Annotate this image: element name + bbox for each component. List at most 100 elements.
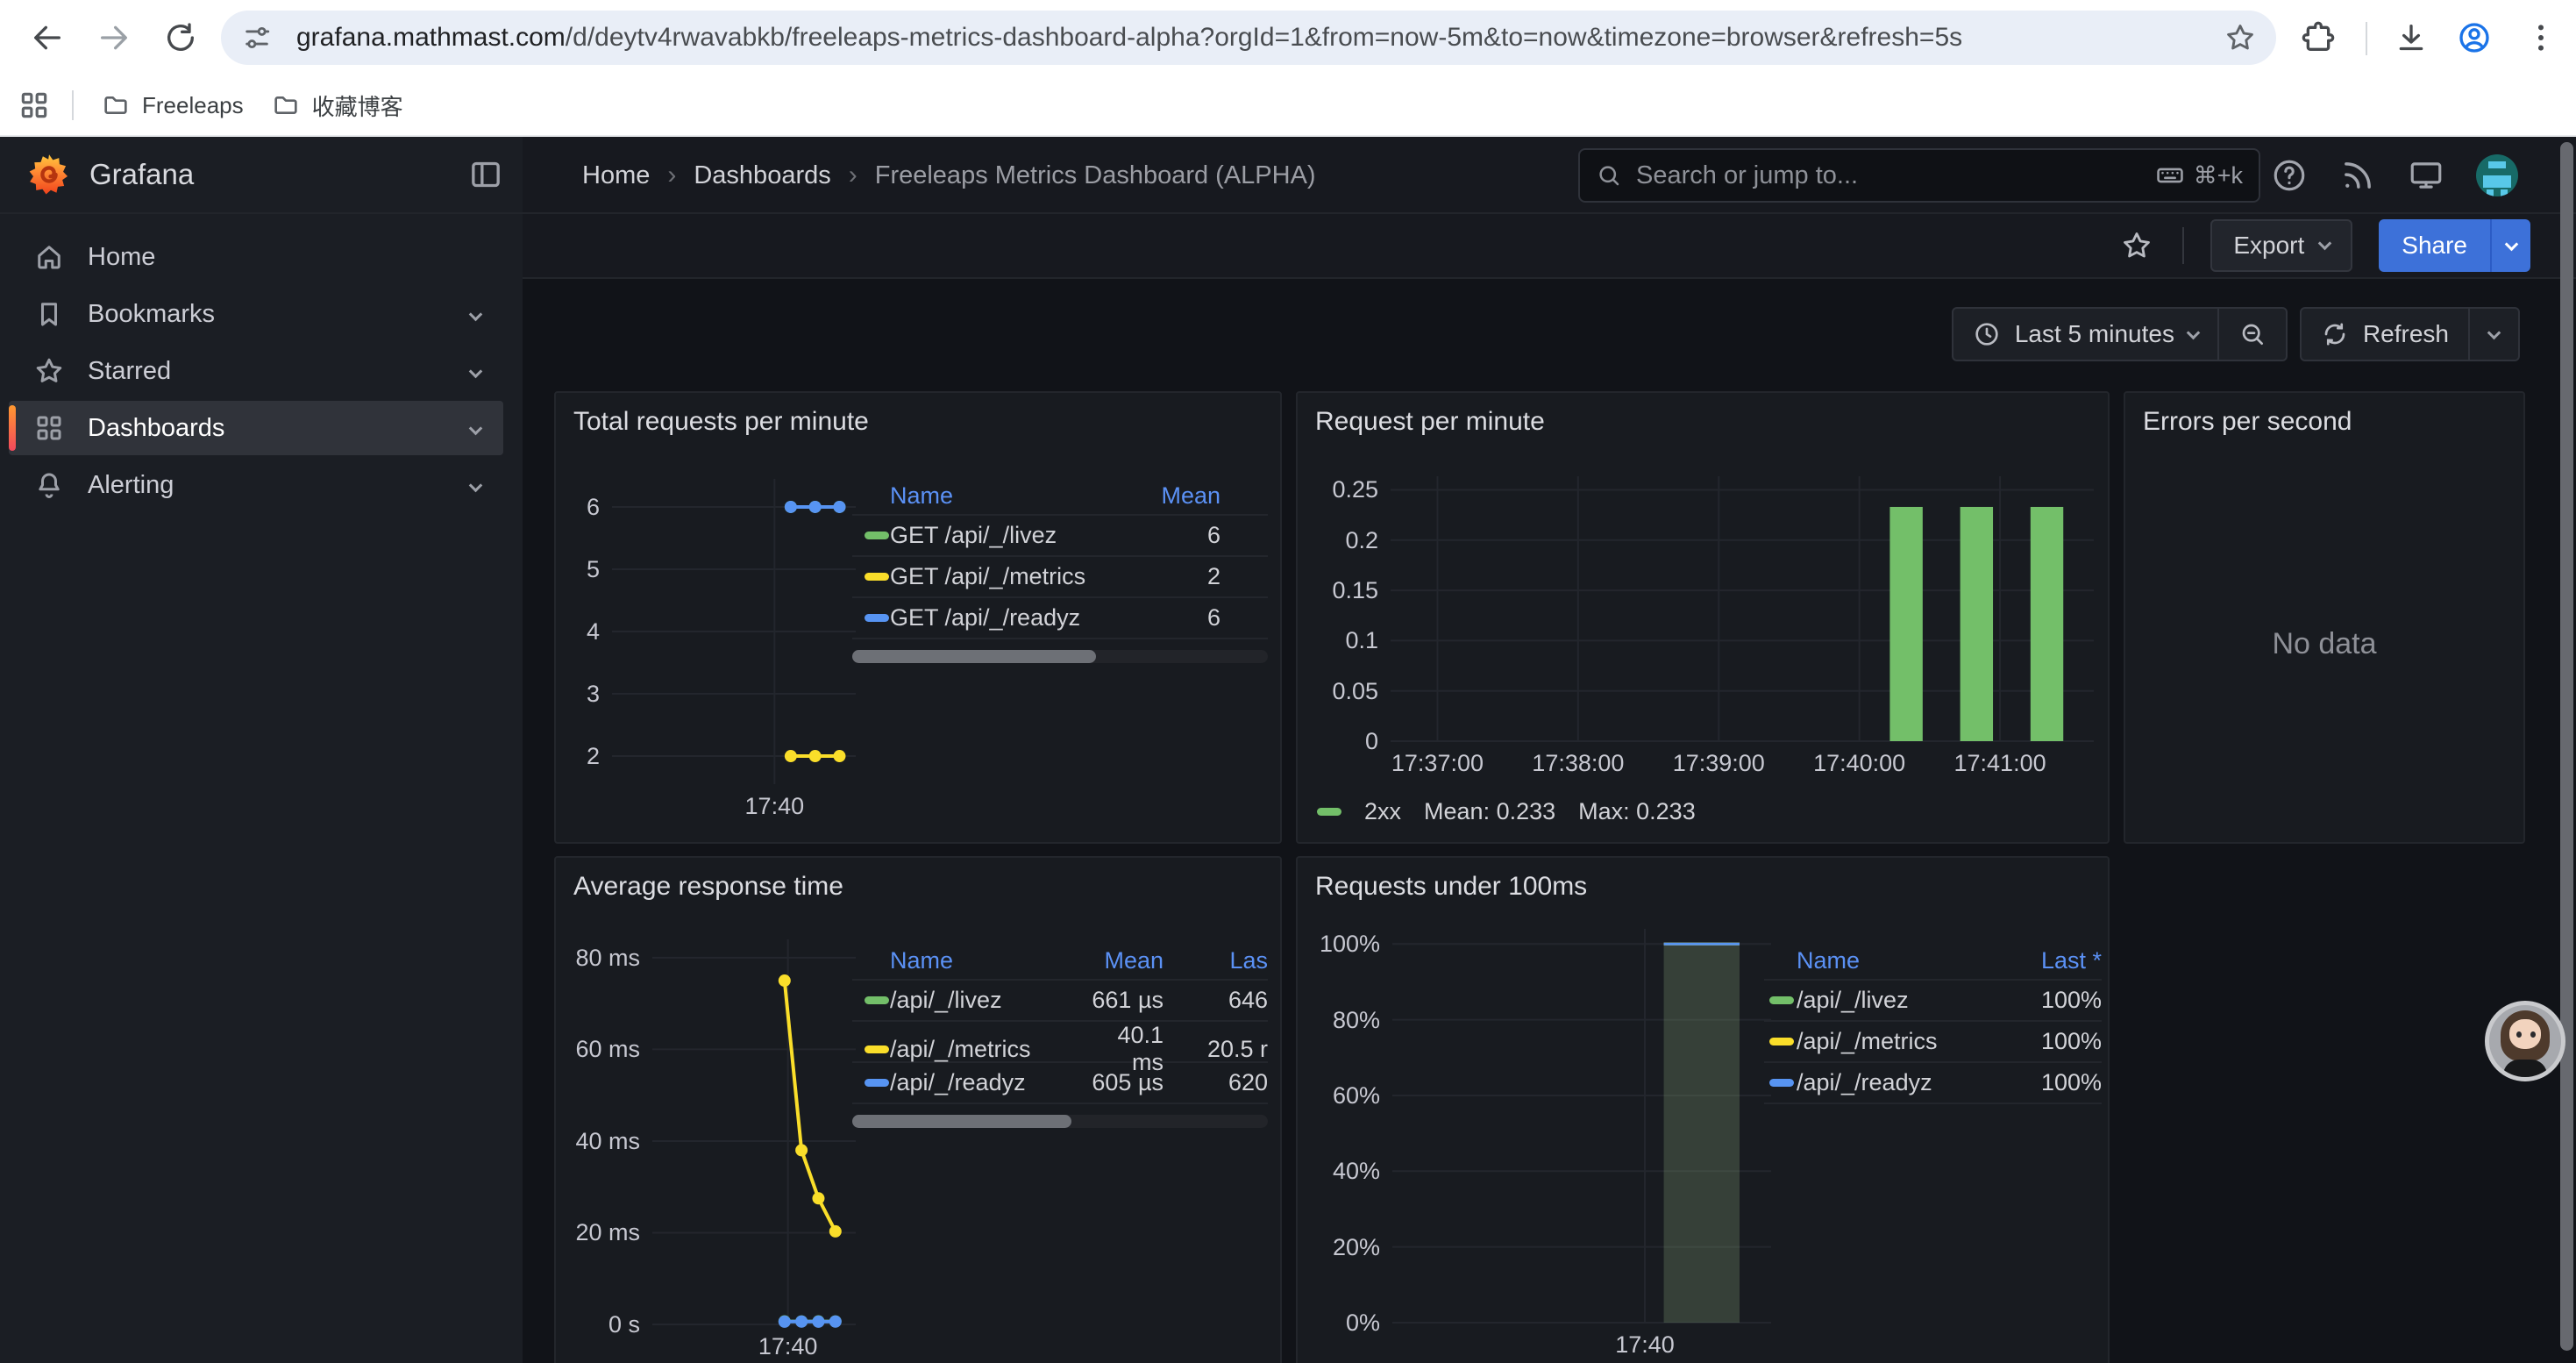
breadcrumb-home[interactable]: Home bbox=[582, 161, 650, 190]
url-text[interactable]: grafana.mathmast.com/d/deytv4rwavabkb/fr… bbox=[296, 23, 2211, 53]
legend-series-name[interactable]: /api/_/metrics bbox=[1797, 1028, 1988, 1055]
monitor-icon[interactable] bbox=[2408, 157, 2444, 194]
sidebar-item-dashboards[interactable]: Dashboards bbox=[9, 401, 503, 455]
legend-header-name[interactable]: Name bbox=[1797, 947, 1988, 974]
sidebar-menu: Home Bookmarks Starred Dashboards Alerti… bbox=[0, 214, 523, 512]
chart-total-requests[interactable]: 6543217:40 bbox=[572, 479, 856, 823]
sidebar-item-starred[interactable]: Starred bbox=[9, 344, 503, 398]
refresh-interval-dropdown[interactable] bbox=[2468, 309, 2518, 360]
chart-canvas[interactable] bbox=[572, 479, 856, 823]
legend-series-name[interactable]: 2xx bbox=[1364, 798, 1401, 825]
browser-reload-button[interactable] bbox=[158, 15, 203, 61]
y-axis-tick-label: 4 bbox=[572, 617, 600, 646]
search-icon bbox=[1596, 162, 1622, 189]
legend-mean-value: 6 bbox=[1107, 522, 1220, 549]
grafana-app: Grafana Home Bookmarks Starred Dashboard… bbox=[0, 137, 2576, 1363]
profile-button[interactable] bbox=[2451, 15, 2497, 61]
legend-series-name[interactable]: GET /api/_/metrics bbox=[890, 563, 1107, 590]
help-icon[interactable] bbox=[2271, 157, 2308, 194]
legend-max: Max: 0.233 bbox=[1578, 798, 1696, 825]
sidebar-item-bookmarks[interactable]: Bookmarks bbox=[9, 287, 503, 341]
sidebar-item-label: Home bbox=[88, 243, 155, 272]
folder-icon bbox=[102, 91, 130, 119]
refresh-sync-icon bbox=[2321, 320, 2349, 348]
bookmark-folder-blogs[interactable]: 收藏博客 bbox=[272, 89, 403, 122]
share-dropdown-button[interactable] bbox=[2490, 219, 2530, 272]
star-icon bbox=[2120, 229, 2153, 262]
legend-header-name[interactable]: Name bbox=[890, 482, 1107, 510]
downloads-button[interactable] bbox=[2388, 15, 2434, 61]
legend-scrollbar[interactable] bbox=[852, 650, 1268, 663]
url-path: /d/deytv4rwavabkb/freeleaps-metrics-dash… bbox=[566, 23, 1962, 52]
grafana-brand-text: Grafana bbox=[89, 158, 194, 191]
chart-request-per-minute[interactable]: 0.250.20.150.10.05017:37:0017:38:0017:39… bbox=[1315, 476, 2094, 780]
legend-series-name[interactable]: /api/_/readyz bbox=[890, 1069, 1083, 1096]
chart-requests-under-100ms[interactable]: 100%80%60%40%20%0%17:40 bbox=[1315, 929, 1771, 1361]
chevron-down-icon bbox=[2318, 236, 2332, 250]
chart-canvas[interactable] bbox=[1315, 476, 2094, 780]
legend-series-name[interactable]: GET /api/_/readyz bbox=[890, 604, 1107, 632]
chart-canvas[interactable] bbox=[1315, 929, 1771, 1361]
browser-menu-button[interactable] bbox=[2518, 15, 2564, 61]
legend-series-name[interactable]: /api/_/livez bbox=[890, 987, 1083, 1014]
y-axis-tick-label: 60 ms bbox=[572, 1035, 640, 1063]
legend-row: GET /api/_/livez 6 bbox=[852, 516, 1268, 557]
legend-series-name[interactable]: /api/_/livez bbox=[1797, 987, 1988, 1014]
search-input[interactable] bbox=[1636, 161, 2155, 190]
legend-series-name[interactable]: GET /api/_/livez bbox=[890, 522, 1107, 549]
grafana-logo[interactable] bbox=[26, 152, 72, 197]
legend-header-mean[interactable]: Mean bbox=[1083, 947, 1163, 974]
share-split-button: Share bbox=[2379, 219, 2530, 272]
export-button[interactable]: Export bbox=[2210, 219, 2352, 272]
avatar-shirt bbox=[2503, 1060, 2547, 1081]
panel-title[interactable]: Requests under 100ms bbox=[1315, 872, 1587, 902]
refresh-label: Refresh bbox=[2363, 320, 2449, 348]
series-color-chip bbox=[865, 1079, 889, 1087]
legend-header-last[interactable]: Last * bbox=[1988, 947, 2102, 974]
panel-title[interactable]: Total requests per minute bbox=[573, 407, 869, 437]
sidebar-collapse-icon[interactable] bbox=[468, 157, 503, 192]
apps-grid-icon[interactable] bbox=[18, 89, 51, 122]
browser-back-button[interactable] bbox=[25, 15, 70, 61]
legend-scrollbar[interactable] bbox=[852, 1115, 1268, 1128]
bookmark-star-icon[interactable] bbox=[2224, 21, 2257, 54]
legend-row: GET /api/_/metrics 2 bbox=[852, 557, 1268, 598]
browser-forward-button[interactable] bbox=[91, 15, 137, 61]
page-scrollbar-thumb[interactable] bbox=[2560, 142, 2573, 1351]
legend-header-last[interactable]: Las bbox=[1163, 947, 1268, 974]
panel-title[interactable]: Errors per second bbox=[2143, 407, 2352, 437]
time-range-picker[interactable]: Last 5 minutes bbox=[1953, 309, 2217, 360]
breadcrumb: Home › Dashboards › Freeleaps Metrics Da… bbox=[582, 137, 1316, 214]
extensions-button[interactable] bbox=[2295, 15, 2341, 61]
breadcrumb-dashboards[interactable]: Dashboards bbox=[694, 161, 830, 190]
panel-title[interactable]: Average response time bbox=[573, 872, 843, 902]
url-bar[interactable]: grafana.mathmast.com/d/deytv4rwavabkb/fr… bbox=[221, 11, 2276, 65]
share-button[interactable]: Share bbox=[2379, 219, 2490, 272]
legend-series-name[interactable]: /api/_/metrics bbox=[890, 1036, 1083, 1063]
floating-assistant-avatar[interactable] bbox=[2485, 1001, 2565, 1081]
search-box[interactable]: ⌘+k bbox=[1578, 148, 2260, 203]
favorite-dashboard-button[interactable] bbox=[2117, 226, 2156, 265]
chart-average-response-time[interactable]: 80 ms60 ms40 ms20 ms0 s17:40 bbox=[572, 939, 856, 1363]
legend-header-mean[interactable]: Mean bbox=[1107, 482, 1220, 510]
url-domain: grafana.mathmast.com bbox=[296, 23, 566, 52]
zoom-out-button[interactable] bbox=[2217, 309, 2286, 360]
refresh-button[interactable]: Refresh bbox=[2302, 309, 2468, 360]
sidebar-item-alerting[interactable]: Alerting bbox=[9, 458, 503, 512]
profile-icon bbox=[2457, 20, 2492, 55]
site-settings-icon[interactable] bbox=[242, 23, 272, 53]
legend-header-name: Name bbox=[890, 947, 1083, 974]
scrollbar-thumb[interactable] bbox=[852, 650, 1096, 663]
user-avatar[interactable] bbox=[2476, 154, 2518, 196]
legend-series-name[interactable]: /api/_/readyz bbox=[1797, 1069, 1988, 1096]
sidebar-item-label: Dashboards bbox=[88, 414, 224, 443]
scrollbar-thumb[interactable] bbox=[852, 1115, 1071, 1128]
panel-title[interactable]: Request per minute bbox=[1315, 407, 1545, 437]
legend-table: Name Last * /api/_/livez 100% /api/_/met… bbox=[1764, 942, 2102, 1104]
sidebar-item-home[interactable]: Home bbox=[9, 230, 503, 284]
y-axis-tick-label: 0.05 bbox=[1315, 677, 1378, 705]
legend-row: /api/_/livez 100% bbox=[1764, 981, 2102, 1022]
bookmark-folder-freeleaps[interactable]: Freeleaps bbox=[102, 91, 244, 119]
browser-chrome: grafana.mathmast.com/d/deytv4rwavabkb/fr… bbox=[0, 0, 2576, 137]
news-rss-icon[interactable] bbox=[2339, 157, 2376, 194]
